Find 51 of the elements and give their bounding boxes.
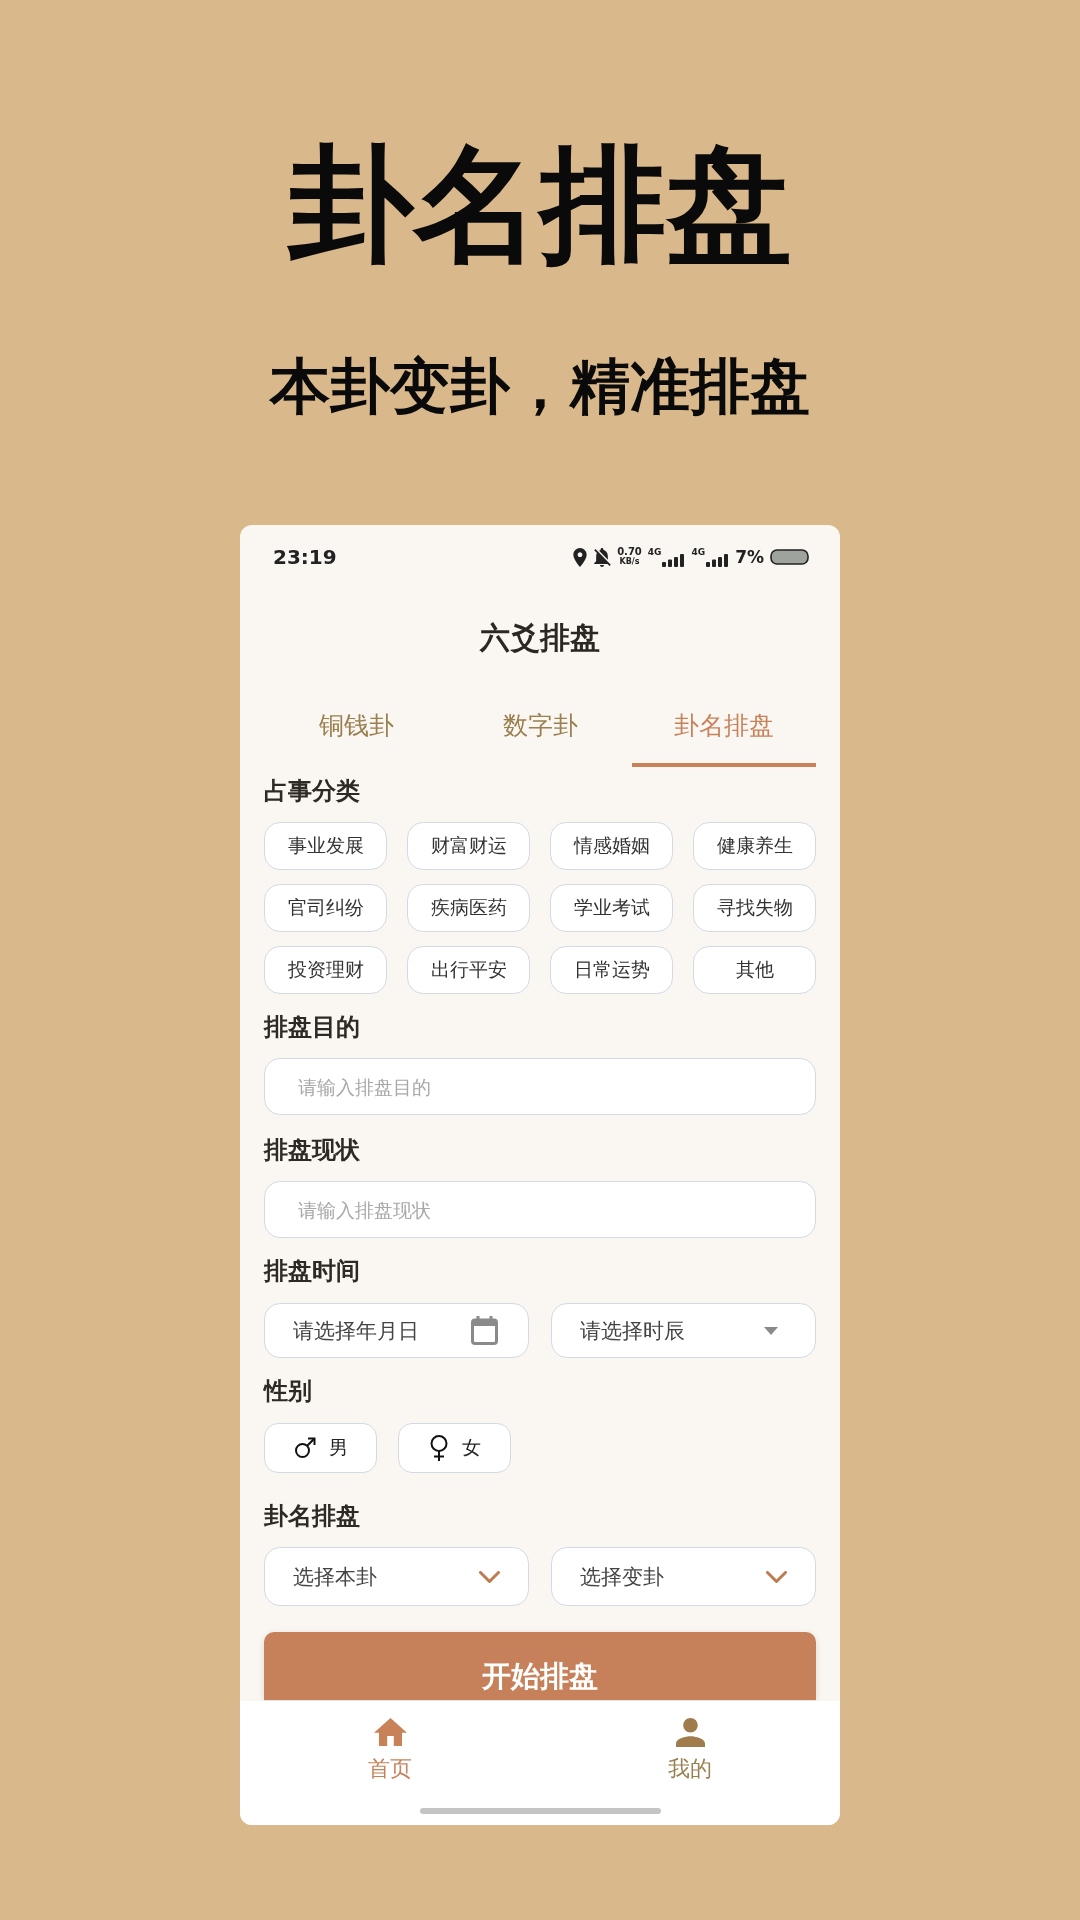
category-chip[interactable]: 官司纠纷 — [264, 884, 387, 932]
category-chip[interactable]: 健康养生 — [693, 822, 816, 870]
category-chip[interactable]: 疾病医药 — [407, 884, 530, 932]
male-icon — [293, 1437, 316, 1459]
home-icon — [373, 1718, 407, 1746]
purpose-input[interactable]: 请输入排盘目的 — [264, 1058, 816, 1115]
category-chip[interactable]: 其他 — [693, 946, 816, 994]
tab[interactable]: 数字卦 — [448, 687, 632, 767]
chevron-down-icon — [479, 1570, 500, 1583]
situation-input[interactable]: 请输入排盘现状 — [264, 1181, 816, 1238]
section-label: 排盘现状 — [264, 1135, 360, 1166]
category-chip[interactable]: 投资理财 — [264, 946, 387, 994]
section-label: 性别 — [264, 1376, 312, 1407]
section-label: 排盘目的 — [264, 1012, 360, 1043]
bell-off-icon — [593, 547, 612, 567]
network-speed-value: 0.70 — [617, 547, 642, 557]
battery-percent: 7% — [735, 547, 764, 567]
gender-option[interactable]: 男 — [264, 1423, 377, 1473]
promo-title: 卦名排盘 — [288, 142, 792, 268]
person-icon — [675, 1717, 705, 1747]
chevron-down-icon — [766, 1570, 787, 1583]
section-label: 占事分类 — [264, 776, 360, 807]
location-pin-icon — [573, 547, 588, 567]
caret-down-icon — [764, 1326, 778, 1335]
status-time: 23:19 — [273, 545, 337, 569]
section-label: 卦名排盘 — [264, 1501, 360, 1532]
battery-icon — [770, 549, 809, 565]
hexagram-select[interactable]: 选择变卦 — [551, 1547, 816, 1606]
gender-option[interactable]: 女 — [398, 1423, 511, 1473]
hexagram-select[interactable]: 选择本卦 — [264, 1547, 529, 1606]
section-label: 排盘时间 — [264, 1256, 360, 1287]
category-chip[interactable]: 出行平安 — [407, 946, 530, 994]
category-chip[interactable]: 情感婚姻 — [550, 822, 673, 870]
network-speed-unit: KB/s — [619, 557, 640, 567]
calendar-icon — [471, 1316, 498, 1345]
promo-subtitle: 本卦变卦，精准排盘 — [270, 356, 810, 416]
network-type-label: 4G — [647, 547, 662, 557]
category-chip[interactable]: 寻找失物 — [693, 884, 816, 932]
signal-icon — [706, 554, 730, 567]
tab[interactable]: 铜钱卦 — [264, 687, 448, 767]
network-type-label: 4G — [691, 547, 706, 557]
page-title: 六爻排盘 — [480, 618, 600, 657]
time-picker[interactable]: 请选择时辰 — [551, 1303, 816, 1358]
signal-icon — [662, 554, 686, 567]
female-icon — [428, 1435, 449, 1461]
category-chip[interactable]: 学业考试 — [550, 884, 673, 932]
category-chip[interactable]: 事业发展 — [264, 822, 387, 870]
date-picker[interactable]: 请选择年月日 — [264, 1303, 529, 1358]
category-chip[interactable]: 财富财运 — [407, 822, 530, 870]
nav-item[interactable]: 我的 — [668, 1701, 712, 1801]
category-chip[interactable]: 日常运势 — [550, 946, 673, 994]
